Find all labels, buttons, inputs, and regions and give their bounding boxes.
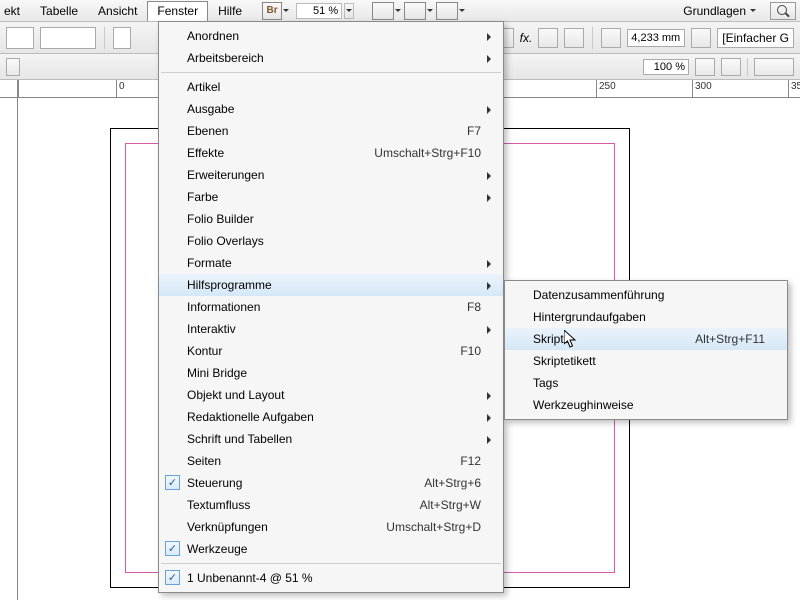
bridge-icon[interactable]: Br — [262, 2, 282, 20]
menu-item[interactable]: Artikel — [159, 76, 503, 98]
submenu-item[interactable]: Werkzeughinweise — [505, 394, 787, 416]
menu-item[interactable]: Hilfsprogramme — [159, 274, 503, 296]
submenu-hilfsprogramme: DatenzusammenführungHintergrundaufgabenS… — [504, 280, 788, 420]
text-wrap-icon[interactable] — [695, 58, 715, 76]
zoom-dropdown-icon[interactable] — [344, 3, 354, 19]
menu-item[interactable]: Mini Bridge — [159, 362, 503, 384]
measurement-input[interactable] — [627, 29, 685, 47]
character-format-icon[interactable] — [113, 27, 131, 49]
zoom-control[interactable] — [296, 3, 354, 19]
frame-fit-icon[interactable] — [601, 28, 621, 48]
zoom-input[interactable] — [296, 3, 342, 19]
menu-item[interactable]: InformationenF8 — [159, 296, 503, 318]
menu-item[interactable]: Ausgabe — [159, 98, 503, 120]
ruler-origin[interactable] — [0, 80, 18, 98]
menu-item[interactable]: Formate — [159, 252, 503, 274]
menu-item[interactable]: VerknüpfungenUmschalt+Strg+D — [159, 516, 503, 538]
align-icon[interactable] — [538, 28, 558, 48]
menu-item[interactable]: Interaktiv — [159, 318, 503, 340]
menu-item[interactable]: ✓SteuerungAlt+Strg+6 — [159, 472, 503, 494]
submenu-item[interactable]: SkripteAlt+Strg+F11 — [505, 328, 787, 350]
menu-item[interactable]: Folio Builder — [159, 208, 503, 230]
arrange-docs-icon[interactable] — [404, 2, 426, 20]
distribute-icon[interactable] — [564, 28, 584, 48]
paragraph-format-icon[interactable] — [6, 58, 20, 76]
text-wrap-2-icon[interactable] — [721, 58, 741, 76]
workspace-switcher[interactable]: Grundlagen — [673, 1, 766, 21]
menu-item[interactable]: EbenenF7 — [159, 120, 503, 142]
search-icon — [777, 5, 789, 17]
menu-hilfe[interactable]: Hilfe — [208, 1, 252, 21]
menu-item[interactable]: ✓1 Unbenannt-4 @ 51 % — [159, 567, 503, 589]
stroke-style-icon[interactable] — [754, 58, 794, 76]
menu-objekt[interactable]: ekt — [4, 1, 30, 21]
menu-item[interactable]: TextumflussAlt+Strg+W — [159, 494, 503, 516]
reference-point-widget[interactable] — [6, 27, 34, 49]
opacity-input[interactable] — [643, 59, 689, 75]
menu-item[interactable]: Objekt und Layout — [159, 384, 503, 406]
menu-item[interactable]: Anordnen — [159, 25, 503, 47]
menu-item[interactable]: Schrift und Tabellen — [159, 428, 503, 450]
menu-item[interactable]: Arbeitsbereich — [159, 47, 503, 69]
menu-item[interactable]: KonturF10 — [159, 340, 503, 362]
menu-item[interactable]: ✓Werkzeuge — [159, 538, 503, 560]
view-options-icon[interactable] — [436, 2, 458, 20]
submenu-item[interactable]: Skriptetikett — [505, 350, 787, 372]
menu-item[interactable]: Erweiterungen — [159, 164, 503, 186]
menu-fenster[interactable]: Fenster — [147, 1, 208, 21]
menu-item[interactable]: Redaktionelle Aufgaben — [159, 406, 503, 428]
menubar: ekt Tabelle Ansicht Fenster Hilfe Br Gru… — [0, 0, 800, 22]
menu-item[interactable]: Folio Overlays — [159, 230, 503, 252]
menu-fenster-dropdown: AnordnenArbeitsbereich ArtikelAusgabeEben… — [158, 21, 504, 593]
menu-tabelle[interactable]: Tabelle — [30, 1, 88, 21]
menu-item[interactable]: Farbe — [159, 186, 503, 208]
submenu-item[interactable]: Hintergrundaufgaben — [505, 306, 787, 328]
submenu-item[interactable]: Tags — [505, 372, 787, 394]
fx-icon[interactable]: fx. — [520, 31, 533, 45]
menu-item[interactable]: SeitenF12 — [159, 450, 503, 472]
screen-mode-icon[interactable] — [372, 2, 394, 20]
search-button[interactable] — [770, 2, 796, 20]
object-style-button[interactable]: [Einfacher G — [717, 28, 794, 48]
corner-options-icon[interactable] — [691, 28, 711, 48]
submenu-item[interactable]: Datenzusammenführung — [505, 284, 787, 306]
menu-item[interactable]: EffekteUmschalt+Strg+F10 — [159, 142, 503, 164]
menu-ansicht[interactable]: Ansicht — [88, 1, 147, 21]
ruler-vertical[interactable] — [0, 98, 18, 600]
fill-stroke-widget[interactable] — [40, 27, 96, 49]
